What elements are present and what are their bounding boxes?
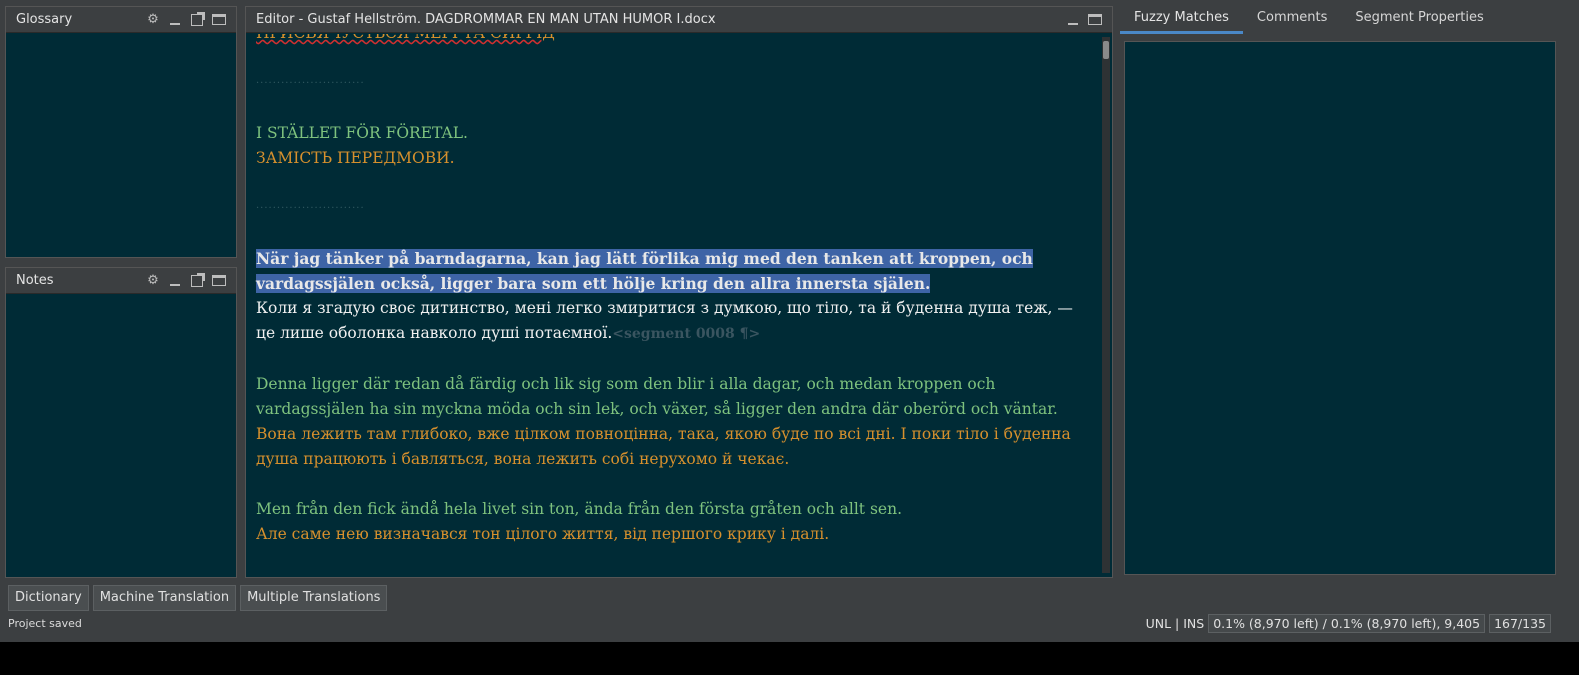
minimize-icon[interactable]	[164, 271, 186, 291]
segment-target-line[interactable]: душа працюють і бавляться, вона лежить с…	[256, 447, 1090, 472]
minimize-icon[interactable]	[164, 10, 186, 30]
segment-target[interactable]: ЗАМІСТЬ ПЕРЕДМОВИ.	[256, 146, 1090, 171]
segment-target[interactable]: Але саме нею визначався тон цілого життя…	[256, 522, 1090, 547]
gear-icon[interactable]: ⚙	[142, 10, 164, 30]
tab-comments[interactable]: Comments	[1243, 4, 1341, 34]
active-segment-source-line[interactable]: vardagssjälen också, ligger bara som ett…	[256, 274, 931, 293]
editor-header: Editor - Gustaf Hellström. DAGDRÖMMAR EN…	[246, 7, 1112, 33]
segment-target-line[interactable]: Вона лежить там глибоко, вже цілком повн…	[256, 422, 1090, 447]
tab-multiple-translations[interactable]: Multiple Translations	[240, 585, 388, 611]
notes-title: Notes	[16, 273, 54, 288]
glossary-header: Glossary ⚙	[6, 7, 236, 33]
segment-separator: ··························	[256, 203, 365, 214]
active-segment-target-line[interactable]: Коли я згадую своє дитинство, мені легко…	[256, 296, 1090, 321]
edit-mode-indicator: UNL | INS	[1145, 616, 1205, 631]
popout-icon[interactable]	[186, 271, 208, 291]
segment-source-line[interactable]: vardagssjälen ha sin myckna möda och sin…	[256, 397, 1090, 422]
tab-fuzzy-matches[interactable]: Fuzzy Matches	[1120, 4, 1243, 34]
char-count-indicator: 167/135	[1489, 614, 1551, 633]
notes-header: Notes ⚙	[6, 268, 236, 294]
segment-source[interactable]: Men från den fick ändå hela livet sin to…	[256, 497, 1090, 522]
glossary-title: Glossary	[16, 12, 73, 27]
scrollbar-thumb[interactable]	[1103, 41, 1109, 59]
status-message: Project saved	[8, 617, 82, 630]
minimize-icon[interactable]	[1062, 10, 1084, 30]
tab-segment-properties[interactable]: Segment Properties	[1341, 4, 1497, 34]
editor-pane: Editor - Gustaf Hellström. DAGDRÖMMAR EN…	[245, 6, 1113, 578]
segment-separator: ··························	[256, 78, 365, 89]
status-bar-right: UNL | INS 0.1% (8,970 left) / 0.1% (8,97…	[1146, 614, 1551, 633]
partial-segment-target[interactable]: ПРИСВЯЧУЄТЬСЯ МЕРІ ТА СИГРІД	[256, 34, 555, 42]
bottom-panel-tabs: Dictionary Machine Translation Multiple …	[8, 585, 388, 611]
popout-icon[interactable]	[186, 10, 208, 30]
maximize-icon[interactable]	[208, 271, 230, 291]
right-panel-tabs: Fuzzy Matches Comments Segment Propertie…	[1120, 4, 1572, 36]
progress-indicator: 0.1% (8,970 left) / 0.1% (8,970 left), 9…	[1208, 614, 1486, 633]
glossary-pane: Glossary ⚙	[5, 6, 237, 258]
screen-bottom-band	[0, 642, 1579, 675]
active-segment-target-line[interactable]: це лише оболонка навколо душі потаємної.	[256, 324, 612, 342]
editor-text-area[interactable]: ПРИСВЯЧУЄТЬСЯ МЕРІ ТА СИГРІД ···········…	[246, 34, 1100, 577]
fuzzy-matches-panel	[1124, 41, 1556, 575]
segment-source-line[interactable]: Denna ligger där redan då färdig och lik…	[256, 372, 1090, 397]
editor-scrollbar[interactable]	[1102, 37, 1110, 573]
active-segment-source-line[interactable]: När jag tänker på barndagarna, kan jag l…	[256, 249, 1033, 268]
notes-pane: Notes ⚙	[5, 267, 237, 578]
gear-icon[interactable]: ⚙	[142, 271, 164, 291]
maximize-icon[interactable]	[1084, 10, 1106, 30]
tab-machine-translation[interactable]: Machine Translation	[92, 585, 237, 611]
segment-marker: <segment 0008 ¶>	[612, 326, 761, 342]
tab-dictionary[interactable]: Dictionary	[8, 585, 89, 611]
segment-source[interactable]: I STÄLLET FÖR FÖRETAL.	[256, 121, 1090, 146]
maximize-icon[interactable]	[208, 10, 230, 30]
editor-title: Editor - Gustaf Hellström. DAGDRÖMMAR EN…	[256, 12, 716, 27]
